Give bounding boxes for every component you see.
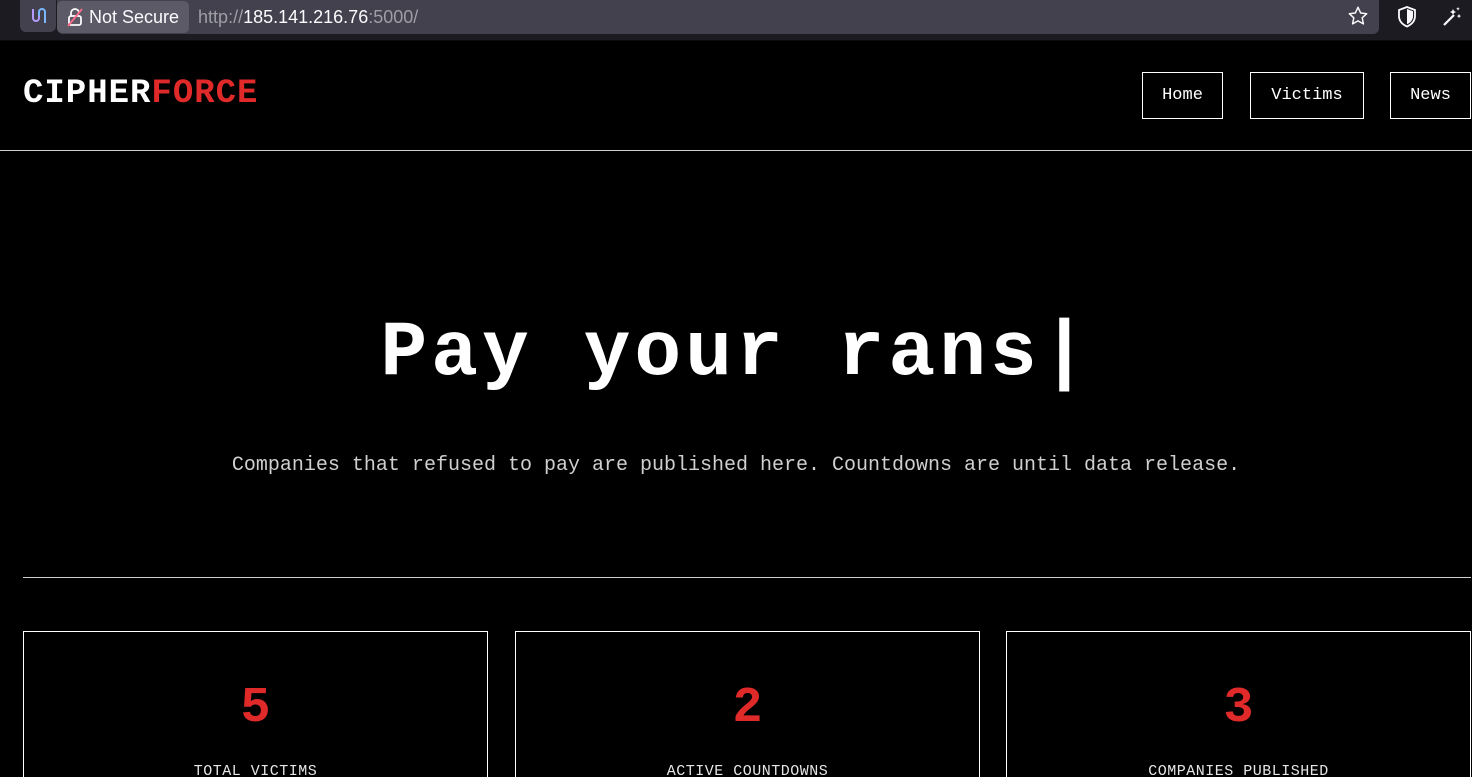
security-indicator[interactable]: Not Secure [57, 1, 190, 33]
extension-button[interactable] [20, 0, 56, 32]
insecure-lock-icon [67, 8, 83, 27]
extension-icon [32, 8, 46, 23]
stat-card-companies-published: 3 COMPANIES PUBLISHED [1006, 631, 1471, 777]
stat-label: COMPANIES PUBLISHED [1148, 763, 1329, 777]
url-host: 185.141.216.76 [243, 6, 369, 27]
nav-home-button[interactable]: Home [1142, 72, 1223, 119]
hero-title: Pay your rans| [380, 310, 1092, 398]
stat-label: ACTIVE COUNTDOWNS [666, 763, 829, 777]
stat-card-active-countdowns: 2 ACTIVE COUNTDOWNS [515, 631, 980, 777]
stat-card-total-victims: 5 TOTAL VICTIMS [23, 631, 488, 777]
url-text[interactable]: http://185.141.216.76:5000/ [198, 7, 418, 28]
url-scheme: http:// [198, 6, 244, 27]
url-port-path: :5000/ [368, 6, 419, 27]
site-logo[interactable]: CIPHERFORCE [23, 75, 258, 113]
stat-value: 3 [1223, 680, 1254, 737]
site-header: CIPHERFORCE Home Victims News [0, 41, 1472, 151]
stat-value: 5 [240, 680, 271, 737]
logo-primary: CIPHER [23, 75, 152, 113]
address-bar[interactable]: Not Secure http://185.141.216.76:5000/ [57, 0, 1379, 34]
security-label: Not Secure [89, 6, 180, 27]
tools-icon[interactable] [1440, 5, 1464, 29]
bookmark-star-icon[interactable] [1347, 5, 1369, 27]
stat-value: 2 [732, 680, 763, 737]
section-divider [23, 577, 1471, 578]
browser-toolbar: Not Secure http://185.141.216.76:5000/ [0, 0, 1472, 41]
logo-accent: FORCE [151, 75, 259, 113]
hero-subtitle: Companies that refused to pay are publis… [231, 454, 1241, 477]
shield-icon[interactable] [1396, 5, 1418, 29]
stat-label: TOTAL VICTIMS [193, 763, 318, 777]
nav-victims-button[interactable]: Victims [1250, 72, 1364, 119]
nav-news-button[interactable]: News [1390, 72, 1471, 119]
